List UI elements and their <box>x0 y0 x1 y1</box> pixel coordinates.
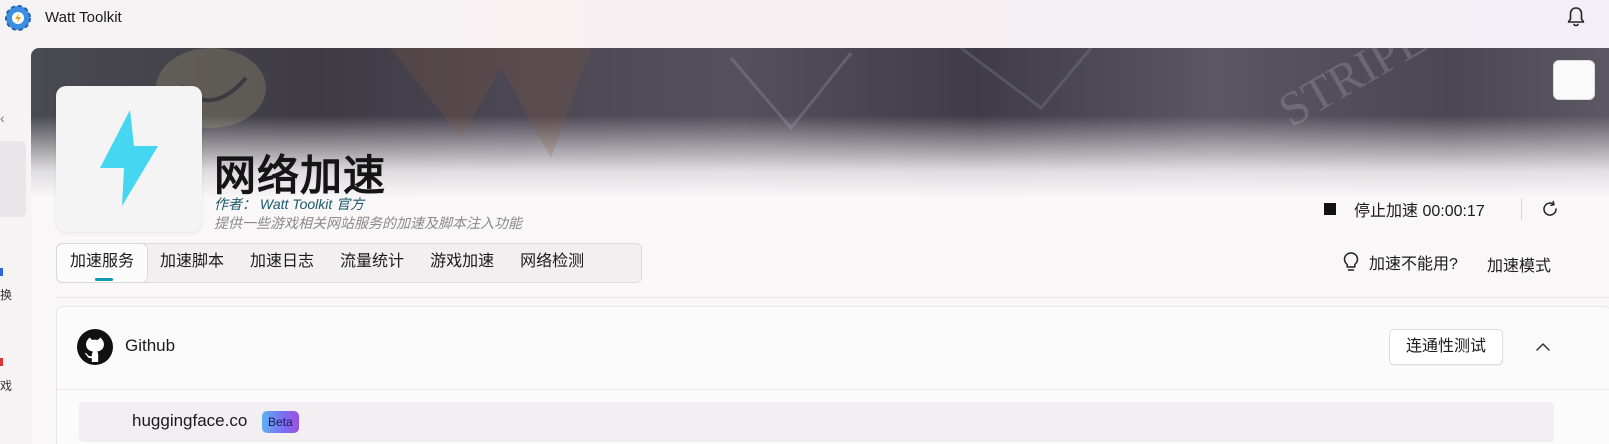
title-bar: Watt Toolkit <box>0 0 1609 36</box>
github-service-card: Github 连通性测试 huggingface.co Beta <box>56 306 1609 444</box>
tab-acceleration-log[interactable]: 加速日志 <box>237 244 327 282</box>
plugin-icon-card <box>56 86 202 232</box>
github-icon <box>77 329 113 365</box>
sub-item-label: huggingface.co <box>132 411 248 430</box>
watt-toolkit-logo-icon <box>5 5 31 31</box>
tab-label: 加速脚本 <box>160 253 225 270</box>
divider <box>1521 198 1522 220</box>
tab-label: 加速服务 <box>70 253 135 270</box>
content-panel: STRIPE 网络加速 作者： Watt Toolkit 官方 提供一些游戏相关… <box>31 48 1609 444</box>
tab-label: 加速日志 <box>250 253 315 270</box>
nav-item-icon <box>0 358 3 366</box>
divider <box>56 297 1609 298</box>
tab-acceleration-scripts[interactable]: 加速脚本 <box>147 244 237 282</box>
help-button[interactable]: 加速不能用? <box>1341 250 1458 274</box>
banner-side-button[interactable] <box>1553 60 1595 100</box>
svg-text:STRIPE: STRIPE <box>1270 48 1435 138</box>
plugin-description: 提供一些游戏相关网站服务的加速及脚本注入功能 <box>214 215 522 231</box>
acceleration-mode-button[interactable]: 加速模式 <box>1487 252 1551 276</box>
lightning-bolt-icon <box>100 110 158 206</box>
github-card-header[interactable]: Github 连通性测试 <box>57 307 1609 390</box>
left-nav: ‹ 换 戏 <box>0 44 32 444</box>
nav-item-label[interactable]: 戏 <box>0 377 12 394</box>
lightbulb-icon <box>1343 252 1359 271</box>
list-item[interactable]: huggingface.co Beta <box>79 402 1554 442</box>
tab-game-acceleration[interactable]: 游戏加速 <box>417 244 507 282</box>
github-card-title: Github <box>125 336 176 355</box>
tab-network-check[interactable]: 网络检测 <box>507 244 597 282</box>
plugin-author: 作者： Watt Toolkit 官方 <box>214 196 365 212</box>
stop-acceleration-button[interactable]: 停止加速 00:00:17 <box>1324 198 1485 220</box>
beta-badge: Beta <box>262 411 299 433</box>
nav-collapse-chevron-icon[interactable]: ‹ <box>0 110 5 126</box>
nav-item-selected[interactable] <box>0 141 26 217</box>
stop-square-icon <box>1324 203 1336 215</box>
stop-acceleration-label: 停止加速 00:00:17 <box>1354 203 1485 220</box>
help-label: 加速不能用? <box>1369 256 1458 273</box>
app-title: Watt Toolkit <box>45 9 122 26</box>
active-tab-indicator <box>95 278 113 281</box>
tab-bar: 加速服务 加速脚本 加速日志 流量统计 游戏加速 网络检测 <box>56 243 642 283</box>
chevron-up-icon[interactable] <box>1535 339 1551 355</box>
tab-label: 网络检测 <box>520 253 585 270</box>
connectivity-test-button[interactable]: 连通性测试 <box>1389 329 1503 365</box>
tab-traffic-stats[interactable]: 流量统计 <box>327 244 417 282</box>
tab-label: 游戏加速 <box>430 253 495 270</box>
refresh-icon[interactable] <box>1541 200 1559 218</box>
nav-item-label[interactable]: 换 <box>0 286 12 303</box>
nav-item-icon <box>0 268 3 276</box>
tab-acceleration-service[interactable]: 加速服务 <box>57 244 148 282</box>
tab-label: 流量统计 <box>340 253 405 270</box>
bell-icon[interactable] <box>1564 5 1588 29</box>
